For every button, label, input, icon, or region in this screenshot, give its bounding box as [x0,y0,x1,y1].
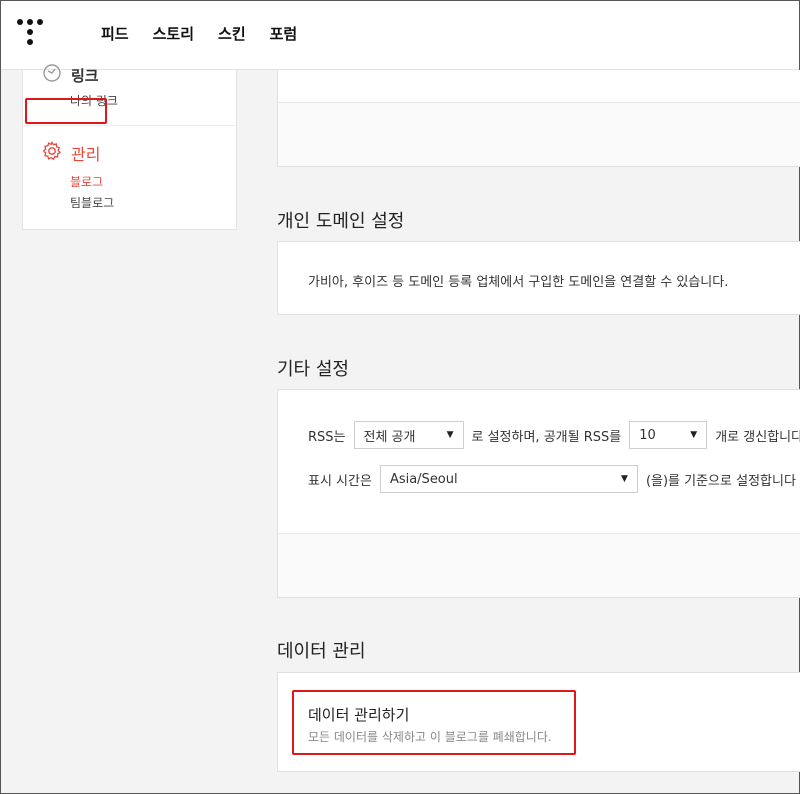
nav-skin[interactable]: 스킨 [218,23,246,44]
rss-setting-row: RSS는 전체 공개 ▼ 로 설정하며, 공개될 RSS를 10 ▼ 개로 갱신… [308,421,800,449]
time-prefix-text: 표시 시간은 [308,473,372,489]
gear-icon [41,140,63,166]
sidebar-link-head[interactable]: 링크 [41,62,99,88]
section-title-domain: 개인 도메인 설정 [277,211,405,232]
sidebar: 링크 나의 링크 관리 블로그 팀블로그 [22,64,237,230]
section-title-data: 데이터 관리 [277,641,366,662]
timezone-select[interactable]: Asia/Seoul ▼ [379,465,638,493]
sidebar-manage-head[interactable]: 관리 [41,140,100,166]
domain-panel: 가비아, 후이즈 등 도메인 등록 업체에서 구입한 도메인을 연결할 수 있습… [277,241,800,315]
time-suffix-text: (을)를 기준으로 설정합니다 [645,473,796,489]
settings-panel-previous [277,70,800,167]
timezone-setting-row: 표시 시간은 Asia/Seoul ▼ (을)를 기준으로 설정합니다 [308,465,796,493]
timezone-value: Asia/Seoul [389,471,458,487]
sidebar-manage-label: 관리 [71,145,101,164]
rss-suffix-text: 개로 갱신합니다 [715,429,800,445]
link-icon [41,62,63,88]
sidebar-item-blog[interactable]: 블로그 [70,173,103,190]
nav-feed[interactable]: 피드 [101,23,129,44]
nav-forum[interactable]: 포럼 [270,23,298,44]
rss-prefix-text: RSS는 [308,429,346,445]
panel-footer [278,533,800,597]
caret-down-icon: ▼ [446,430,454,440]
highlight-data-manage [292,690,576,755]
etc-settings-panel: RSS는 전체 공개 ▼ 로 설정하며, 공개될 RSS를 10 ▼ 개로 갱신… [277,389,800,598]
caret-down-icon: ▼ [621,474,628,484]
rss-visibility-value: 전체 공개 [363,429,416,445]
rss-count-value: 10 [639,427,656,443]
sidebar-item-team-blog[interactable]: 팀블로그 [70,194,114,211]
domain-description: 가비아, 후이즈 등 도메인 등록 업체에서 구입한 도메인을 연결할 수 있습… [308,275,729,290]
rss-middle-text: 로 설정하며, 공개될 RSS를 [471,429,622,445]
highlight-blog-item [25,98,107,124]
rss-visibility-select[interactable]: 전체 공개 ▼ [353,421,464,449]
nav-story[interactable]: 스토리 [153,23,194,44]
panel-footer [278,103,800,166]
sidebar-link-label: 링크 [71,66,99,85]
tistory-logo[interactable] [17,19,43,47]
rss-count-select[interactable]: 10 ▼ [629,421,708,449]
caret-down-icon: ▼ [690,430,698,440]
top-header: 피드 스토리 스킨 포럼 [1,1,799,70]
section-title-etc: 기타 설정 [277,359,349,380]
main-nav: 피드 스토리 스킨 포럼 [101,23,297,44]
